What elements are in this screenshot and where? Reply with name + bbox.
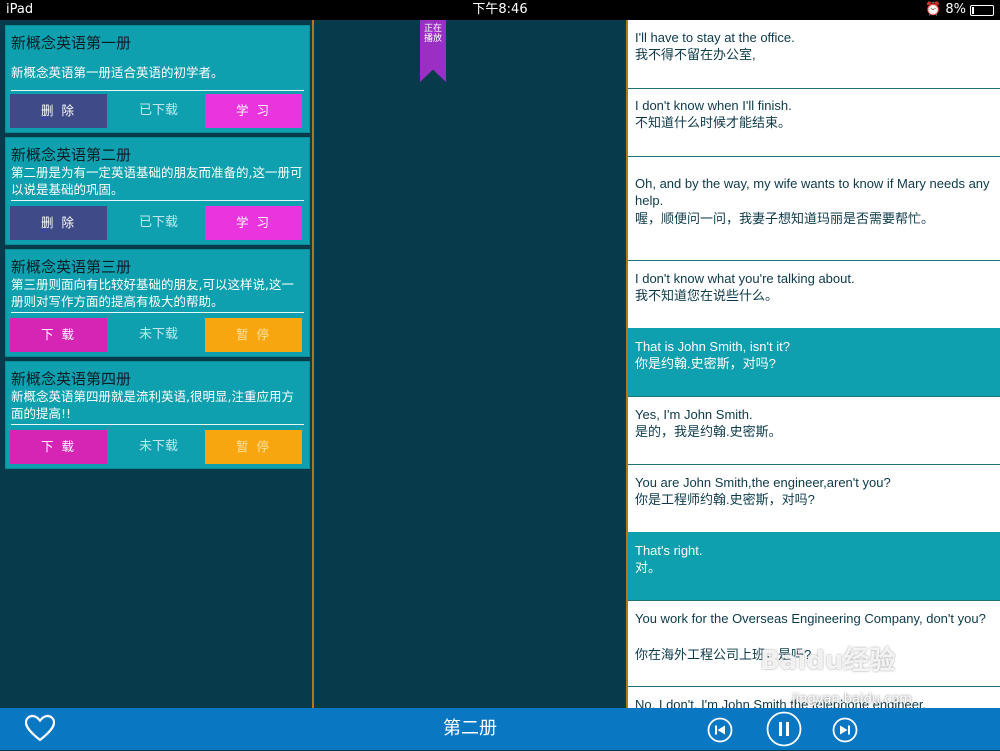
book-card-1: 新概念英语第一册 新概念英语第一册适合英语的初学者。 删 除 已下载 学 习 bbox=[5, 25, 310, 133]
delete-button[interactable]: 删 除 bbox=[10, 206, 107, 240]
line-english: I don't know what you're talking about. bbox=[635, 271, 855, 286]
transcript-line[interactable]: Oh, and by the way, my wife wants to kno… bbox=[628, 156, 1000, 261]
line-chinese: 你是约翰.史密斯，对吗? bbox=[635, 356, 776, 371]
book-card-2: 新概念英语第二册 第二册是为有一定英语基础的朋友而准备的,这一册可以说是基础的巩… bbox=[5, 137, 310, 245]
line-chinese: 我不知道您在说些什么。 bbox=[635, 288, 779, 303]
line-english: That is John Smith, isn't it? bbox=[635, 339, 790, 354]
line-chinese: 不知道什么时候才能结束。 bbox=[635, 115, 792, 130]
download-state: 已下载 bbox=[138, 215, 178, 230]
book-title: 新概念英语第三册 bbox=[11, 258, 132, 276]
download-button[interactable]: 下 载 bbox=[10, 430, 107, 464]
watermark-main: Baidu经验 bbox=[760, 646, 896, 676]
current-book-label: 第二册 bbox=[443, 718, 497, 739]
line-english: You work for the Overseas Engineering Co… bbox=[635, 611, 986, 626]
previous-track-icon[interactable] bbox=[707, 717, 733, 747]
line-chinese: 喔，顺便问一问，我妻子想知道玛丽是否需要帮忙。 bbox=[635, 211, 935, 226]
line-chinese: 你是工程师约翰.史密斯，对吗? bbox=[635, 492, 815, 507]
battery-percent: 8% bbox=[945, 2, 966, 17]
transcript-line[interactable]: I don't know what you're talking about. … bbox=[628, 260, 1000, 329]
download-state: 未下载 bbox=[138, 439, 178, 454]
line-english: I'll have to stay at the office. bbox=[635, 30, 795, 45]
transcript-line[interactable]: I don't know when I'll finish. 不知道什么时候才能… bbox=[628, 88, 1000, 157]
delete-button[interactable]: 删 除 bbox=[10, 94, 107, 128]
line-chinese: 是的，我是约翰.史密斯。 bbox=[635, 424, 782, 439]
line-english: You are John Smith,the engineer,aren't y… bbox=[635, 475, 891, 490]
transcript-line-highlighted[interactable]: That's right. 对。 bbox=[628, 532, 1000, 601]
line-english: Yes, I'm John Smith. bbox=[635, 407, 753, 422]
alarm-icon: ⏰ bbox=[925, 2, 942, 17]
bottom-toolbar: 第二册 bbox=[0, 708, 1000, 750]
transcript-line-highlighted[interactable]: That is John Smith, isn't it? 你是约翰.史密斯，对… bbox=[628, 328, 1000, 397]
book-desc: 第二册是为有一定英语基础的朋友而准备的,这一册可以说是基础的巩固。 bbox=[11, 165, 303, 197]
status-time: 下午8:46 bbox=[472, 2, 528, 17]
watermark: Baidu经验 jingyan.baidu.com bbox=[760, 640, 912, 707]
line-english: That's right. bbox=[635, 543, 703, 558]
status-bar: iPad 下午8:46 ⏰ 8% bbox=[0, 0, 1000, 20]
pause-icon[interactable] bbox=[766, 711, 802, 751]
pause-button[interactable]: 暂 停 bbox=[205, 318, 302, 352]
learn-button[interactable]: 学 习 bbox=[205, 206, 302, 240]
watermark-url: jingyan.baidu.com bbox=[792, 692, 912, 707]
battery-icon bbox=[970, 4, 994, 16]
divider bbox=[11, 90, 304, 91]
transcript-line[interactable]: I'll have to stay at the office. 我不得不留在办… bbox=[628, 20, 1000, 89]
book-title: 新概念英语第四册 bbox=[11, 370, 132, 388]
now-playing-ribbon[interactable]: 正在播放 bbox=[420, 20, 446, 82]
download-state: 已下载 bbox=[138, 103, 178, 118]
divider bbox=[11, 424, 304, 425]
line-english: I don't know when I'll finish. bbox=[635, 98, 792, 113]
download-button[interactable]: 下 载 bbox=[10, 318, 107, 352]
book-title: 新概念英语第二册 bbox=[11, 146, 132, 164]
transcript-line[interactable]: You are John Smith,the engineer,aren't y… bbox=[628, 464, 1000, 533]
divider bbox=[11, 312, 304, 313]
book-title: 新概念英语第一册 bbox=[11, 34, 132, 52]
book-card-4: 新概念英语第四册 新概念英语第四册就是流利英语,很明显,注重应用方面的提高!! … bbox=[5, 361, 310, 469]
book-desc: 新概念英语第四册就是流利英语,很明显,注重应用方面的提高!! bbox=[11, 389, 294, 421]
favorite-heart-icon[interactable] bbox=[24, 714, 56, 746]
download-state: 未下载 bbox=[138, 327, 178, 342]
book-card-3: 新概念英语第三册 第三册则面向有比较好基础的朋友,可以这样说,这一册则对写作方面… bbox=[5, 249, 310, 357]
lesson-panel: 正在播放 bbox=[314, 20, 626, 708]
line-chinese: 我不得不留在办公室, bbox=[635, 47, 756, 62]
pause-button[interactable]: 暂 停 bbox=[205, 430, 302, 464]
line-chinese: 对。 bbox=[635, 560, 662, 575]
book-desc: 第三册则面向有比较好基础的朋友,可以这样说,这一册则对写作方面的提高有极大的帮助… bbox=[11, 277, 294, 309]
book-desc: 新概念英语第一册适合英语的初学者。 bbox=[11, 65, 224, 80]
status-right: ⏰ 8% bbox=[925, 0, 994, 20]
book-list: 新概念英语第一册 新概念英语第一册适合英语的初学者。 删 除 已下载 学 习 新… bbox=[0, 20, 312, 708]
learn-button[interactable]: 学 习 bbox=[205, 94, 302, 128]
next-track-icon[interactable] bbox=[832, 717, 858, 747]
transcript-list: I'll have to stay at the office. 我不得不留在办… bbox=[628, 20, 1000, 708]
transcript-line[interactable]: Yes, I'm John Smith. 是的，我是约翰.史密斯。 bbox=[628, 396, 1000, 465]
line-english: Oh, and by the way, my wife wants to kno… bbox=[635, 176, 990, 208]
divider bbox=[11, 200, 304, 201]
